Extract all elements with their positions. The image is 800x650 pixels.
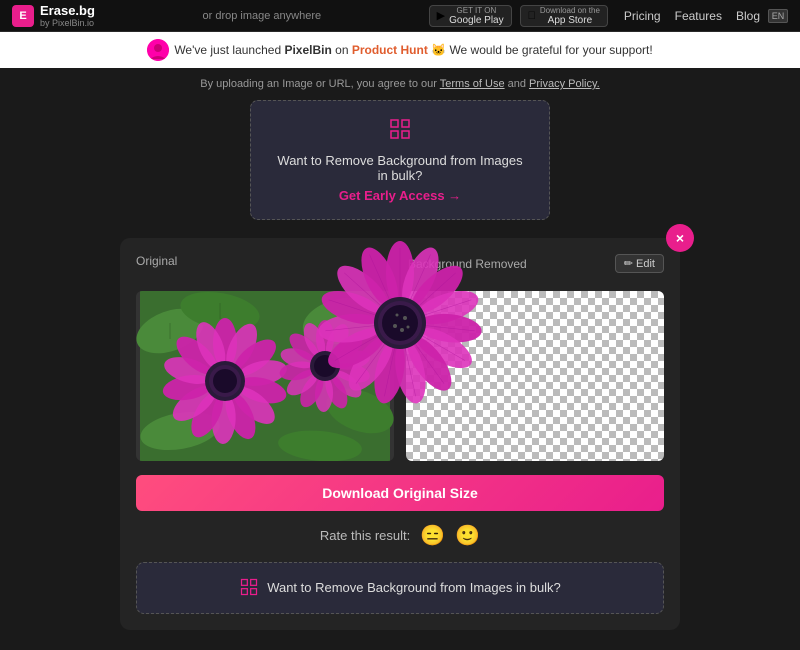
logo-title: Erase.bg xyxy=(40,3,95,18)
bulk-card-top: Want to Remove Background from Images in… xyxy=(250,100,550,220)
ph-pixelbin: PixelBin xyxy=(284,43,331,57)
apple-icon:  xyxy=(528,10,536,22)
logo-subtitle: by PixelBin.io xyxy=(40,18,95,28)
terms-link[interactable]: Terms of Use xyxy=(440,78,505,90)
top-navigation: E Erase.bg by PixelBin.io or drop image … xyxy=(0,0,800,32)
blog-link[interactable]: Blog xyxy=(736,9,760,23)
pricing-link[interactable]: Pricing xyxy=(624,9,661,23)
result-image xyxy=(406,291,664,461)
bulk-icon-top xyxy=(271,117,529,147)
ph-text: We've just launched PixelBin on Product … xyxy=(174,43,652,57)
logo-icon: E xyxy=(12,5,34,27)
close-button[interactable]: × xyxy=(666,224,694,252)
download-button[interactable]: Download Original Size xyxy=(136,475,664,511)
terms-line: By uploading an Image or URL, you agree … xyxy=(200,78,599,90)
google-play-button[interactable]: ▶ GET IT ON Google Play xyxy=(429,5,512,27)
bulk-icon-bottom xyxy=(239,577,259,597)
logo-area: E Erase.bg by PixelBin.io xyxy=(12,3,95,28)
neutral-rating-button[interactable]: 🙂 xyxy=(455,523,480,548)
google-play-sublabel: GET IT ON xyxy=(449,6,503,15)
privacy-link[interactable]: Privacy Policy. xyxy=(529,78,600,90)
early-access-link-top[interactable]: Get Early Access → xyxy=(271,188,529,203)
google-play-label: Google Play xyxy=(449,15,503,26)
nav-right-area: ▶ GET IT ON Google Play  Download on th… xyxy=(429,5,788,27)
bad-rating-button[interactable]: 😑 xyxy=(420,523,445,548)
app-store-button[interactable]:  Download on the App Store xyxy=(520,5,608,27)
bulk-card-title-top: Want to Remove Background from Images in… xyxy=(271,153,529,183)
main-area: By uploading an Image or URL, you agree … xyxy=(0,68,800,650)
bulk-card-bottom: Want to Remove Background from Images in… xyxy=(136,562,664,614)
app-store-label: App Store xyxy=(540,15,600,26)
google-play-icon: ▶ xyxy=(437,9,445,22)
nav-center-text: or drop image anywhere xyxy=(95,10,429,22)
nav-links: Pricing Features Blog xyxy=(624,9,760,23)
rate-row: Rate this result: 😑 🙂 xyxy=(136,523,664,548)
images-row xyxy=(136,291,664,461)
app-store-sublabel: Download on the xyxy=(540,6,600,15)
language-selector[interactable]: EN xyxy=(768,9,788,23)
bulk-card-bottom-title: Want to Remove Background from Images in… xyxy=(267,580,561,595)
features-link[interactable]: Features xyxy=(675,9,722,23)
ph-product-hunt-label: Product Hunt xyxy=(352,43,428,57)
rate-label: Rate this result: xyxy=(320,528,410,543)
result-panel: × Original Background Removed ✏ Edit xyxy=(120,238,680,630)
product-hunt-banner: We've just launched PixelBin on Product … xyxy=(0,32,800,68)
ph-avatar xyxy=(147,39,169,61)
